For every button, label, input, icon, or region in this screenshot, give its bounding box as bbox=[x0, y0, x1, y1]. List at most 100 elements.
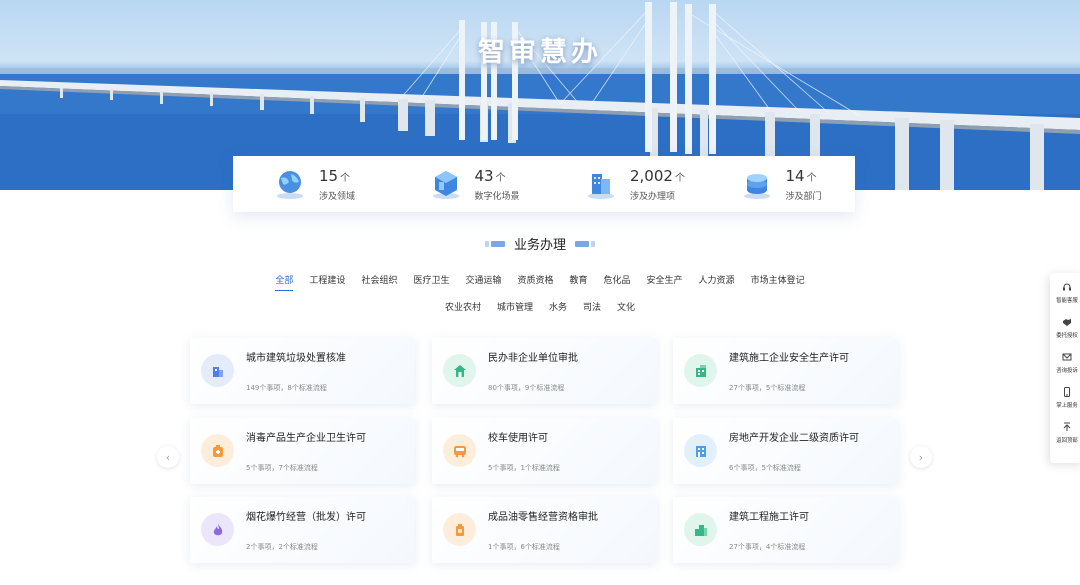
tab-water[interactable]: 水务 bbox=[549, 300, 567, 317]
card-meta: 5个事项，1个标准流程 bbox=[488, 464, 560, 472]
tab-education[interactable]: 教育 bbox=[570, 273, 588, 291]
float-label: 委托授权 bbox=[1056, 331, 1078, 339]
database-icon bbox=[743, 174, 770, 199]
section-heading: 业务办理 bbox=[0, 234, 1080, 253]
stat-label: 涉及领域 bbox=[319, 192, 356, 202]
tab-culture[interactable]: 文化 bbox=[617, 300, 635, 317]
back-to-top-icon bbox=[1063, 422, 1071, 431]
category-tabs-row-2: 农业农村 城市管理 水务 司法 文化 bbox=[180, 300, 900, 317]
card-title: 烟花爆竹经营（批发）许可 bbox=[246, 512, 366, 523]
card-title: 民办非企业单位审批 bbox=[488, 353, 578, 364]
stat-value: 2,002 bbox=[630, 167, 673, 185]
construction-icon bbox=[695, 364, 706, 377]
service-card[interactable]: 民办非企业单位审批 80个事项，9个标准流程 bbox=[432, 338, 657, 404]
tab-social-organization[interactable]: 社会组织 bbox=[361, 273, 397, 291]
flame-icon bbox=[213, 523, 222, 535]
chevron-left-icon: ‹ bbox=[165, 450, 171, 464]
stat-unit: 个 bbox=[340, 173, 351, 184]
card-title: 消毒产品生产企业卫生许可 bbox=[246, 433, 366, 444]
bottle-icon bbox=[212, 444, 223, 457]
stat-value: 15 bbox=[319, 167, 339, 185]
stat-items: 2,002 个 涉及办理项 bbox=[544, 156, 700, 212]
mobile-icon bbox=[1064, 386, 1070, 397]
float-label: 返回顶部 bbox=[1056, 436, 1078, 444]
float-label: 掌上服务 bbox=[1056, 401, 1078, 409]
card-icon-wrap bbox=[443, 434, 476, 467]
cube-icon bbox=[432, 171, 459, 199]
card-icon-wrap bbox=[201, 434, 234, 467]
stat-fields: 15 个 涉及领域 bbox=[233, 156, 389, 212]
service-card[interactable]: 烟花爆竹经营（批发）许可 2个事项，2个标准流程 bbox=[190, 497, 415, 563]
tab-city-management[interactable]: 城市管理 bbox=[497, 300, 533, 317]
card-title: 成品油零售经营资格审批 bbox=[488, 512, 598, 523]
float-item-mobile-service[interactable]: 掌上服务 bbox=[1050, 378, 1080, 413]
tab-work-safety[interactable]: 安全生产 bbox=[647, 273, 683, 291]
float-item-back-to-top[interactable]: 返回顶部 bbox=[1050, 413, 1080, 448]
city-icon bbox=[694, 524, 707, 536]
float-item-authorization[interactable]: 委托授权 bbox=[1050, 308, 1080, 343]
card-meta: 27个事项，4个标准流程 bbox=[729, 543, 806, 551]
tab-justice[interactable]: 司法 bbox=[583, 300, 601, 317]
tab-engineering[interactable]: 工程建设 bbox=[309, 273, 345, 291]
stat-value: 14 bbox=[785, 167, 805, 185]
tab-transport[interactable]: 交通运输 bbox=[465, 273, 501, 291]
category-tabs-row-1: 全部 工程建设 社会组织 医疗卫生 交通运输 资质资格 教育 危化品 安全生产 … bbox=[180, 273, 900, 291]
globe-icon bbox=[277, 171, 303, 199]
float-item-complaint[interactable]: 咨询投诉 bbox=[1050, 343, 1080, 378]
card-icon-wrap bbox=[201, 513, 234, 546]
service-card[interactable]: 校车使用许可 5个事项，1个标准流程 bbox=[432, 418, 657, 484]
card-title: 建筑施工企业安全生产许可 bbox=[729, 353, 849, 364]
service-card[interactable]: 房地产开发企业二级资质许可 6个事项，5个标准流程 bbox=[673, 418, 898, 484]
service-card[interactable]: 建筑施工企业安全生产许可 27个事项，5个标准流程 bbox=[673, 338, 898, 404]
stat-label: 数字化场景 bbox=[474, 192, 520, 202]
carousel-prev-button[interactable]: ‹ bbox=[157, 446, 179, 468]
handshake-icon bbox=[1063, 318, 1071, 326]
service-card[interactable]: 建筑工程施工许可 27个事项，4个标准流程 bbox=[673, 497, 898, 563]
bus-icon bbox=[453, 445, 466, 457]
stat-label: 涉及部门 bbox=[785, 192, 822, 202]
stats-bar: 15 个 涉及领域 43 个 数字化场景 2,002 个 涉及办理项 14 个 … bbox=[233, 156, 855, 212]
service-card[interactable]: 消毒产品生产企业卫生许可 5个事项，7个标准流程 bbox=[190, 418, 415, 484]
card-title: 建筑工程施工许可 bbox=[729, 512, 809, 523]
service-card[interactable]: 成品油零售经营资格审批 1个事项，6个标准流程 bbox=[432, 497, 657, 563]
card-icon-wrap bbox=[684, 513, 717, 546]
tab-market-registration[interactable]: 市场主体登记 bbox=[751, 273, 805, 291]
tab-all[interactable]: 全部 bbox=[275, 273, 294, 291]
tab-agriculture[interactable]: 农业农村 bbox=[445, 300, 481, 317]
stat-scenes: 43 个 数字化场景 bbox=[389, 156, 545, 212]
stat-unit: 个 bbox=[806, 173, 817, 184]
card-icon-wrap bbox=[443, 354, 476, 387]
float-item-customer-service[interactable]: 智能客服 bbox=[1050, 273, 1080, 308]
card-meta: 2个事项，2个标准流程 bbox=[246, 543, 318, 551]
service-card[interactable]: 城市建筑垃圾处置核准 149个事项，8个标准流程 bbox=[190, 338, 415, 404]
float-label: 智能客服 bbox=[1056, 296, 1078, 304]
card-title: 房地产开发企业二级资质许可 bbox=[729, 433, 859, 444]
stat-value: 43 bbox=[474, 167, 494, 185]
card-icon-wrap bbox=[443, 513, 476, 546]
card-meta: 27个事项，5个标准流程 bbox=[729, 384, 806, 392]
headset-icon bbox=[1063, 283, 1071, 290]
tab-medical[interactable]: 医疗卫生 bbox=[413, 273, 449, 291]
tab-qualification[interactable]: 资质资格 bbox=[517, 273, 553, 291]
tab-human-resources[interactable]: 人力资源 bbox=[699, 273, 735, 291]
tab-hazardous-chemicals[interactable]: 危化品 bbox=[604, 273, 631, 291]
title-decoration-left bbox=[484, 240, 505, 247]
chevron-right-icon: › bbox=[918, 450, 924, 464]
card-meta: 80个事项，9个标准流程 bbox=[488, 384, 565, 392]
card-meta: 5个事项，7个标准流程 bbox=[246, 464, 318, 472]
office-icon bbox=[695, 445, 706, 457]
title-decoration-right bbox=[575, 240, 595, 247]
float-label: 咨询投诉 bbox=[1056, 366, 1078, 374]
stat-unit: 个 bbox=[495, 173, 506, 184]
card-icon-wrap bbox=[201, 354, 234, 387]
stat-departments: 14 个 涉及部门 bbox=[700, 156, 856, 212]
carousel-next-button[interactable]: › bbox=[910, 446, 932, 468]
mail-icon bbox=[1062, 353, 1072, 360]
section-title: 业务办理 bbox=[513, 238, 566, 253]
card-icon-wrap bbox=[684, 354, 717, 387]
fuel-can-icon bbox=[455, 523, 464, 536]
building-icon bbox=[212, 366, 223, 377]
card-meta: 6个事项，5个标准流程 bbox=[729, 464, 801, 472]
card-title: 城市建筑垃圾处置核准 bbox=[246, 353, 346, 364]
card-title: 校车使用许可 bbox=[488, 433, 548, 444]
